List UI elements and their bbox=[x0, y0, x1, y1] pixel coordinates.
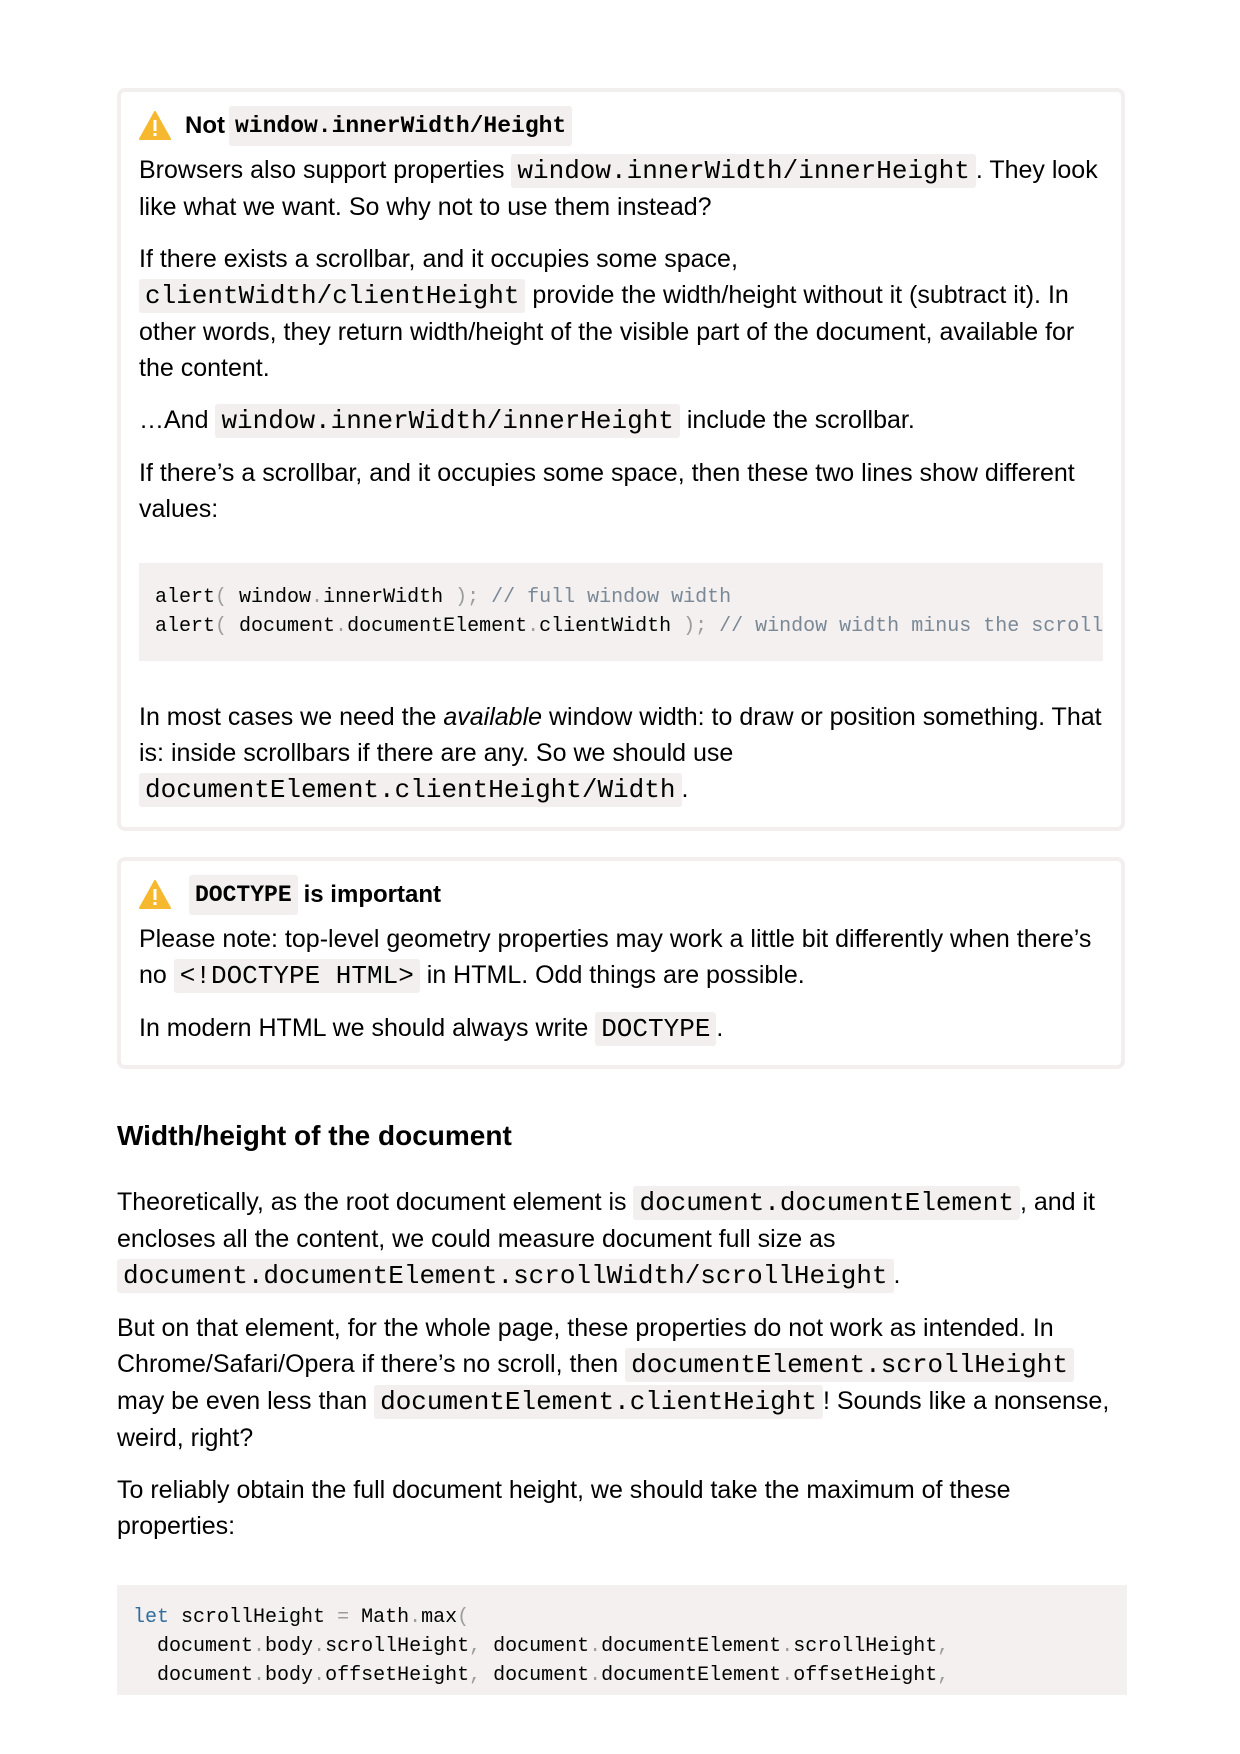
code-comment: // full window width bbox=[491, 586, 732, 609]
text: . bbox=[893, 1261, 901, 1289]
code-token: scrollHeight bbox=[793, 1635, 938, 1658]
text: If there’s a scrollbar, and it occupies … bbox=[139, 459, 1075, 523]
paragraph: Theoretically, as the root document elem… bbox=[117, 1184, 1127, 1294]
code-token: innerWidth bbox=[323, 586, 444, 609]
code-token: document bbox=[157, 1664, 254, 1687]
code-token: alert bbox=[155, 586, 216, 609]
inline-code: window.innerWidth/innerHeight bbox=[215, 404, 680, 438]
page: Not window.innerWidth/Height Browsers al… bbox=[0, 0, 1240, 1754]
inline-code: documentElement.scrollHeight bbox=[625, 1348, 1074, 1382]
code-token: documentElement bbox=[347, 615, 528, 638]
text: In most cases we need the bbox=[139, 703, 444, 731]
paragraph: If there exists a scrollbar, and it occu… bbox=[139, 241, 1103, 386]
emphasis: available bbox=[443, 703, 543, 731]
code-token: document bbox=[239, 615, 336, 638]
inline-code: DOCTYPE bbox=[595, 1012, 717, 1046]
inline-code: documentElement.clientHeight/Width bbox=[139, 773, 682, 807]
note-title: Not window.innerWidth/Height bbox=[139, 106, 1103, 146]
text: may be even less than bbox=[117, 1387, 375, 1415]
paragraph: In most cases we need the available wind… bbox=[139, 699, 1103, 808]
code-token: offsetHeight bbox=[793, 1664, 938, 1687]
section-heading: Width/height of the document bbox=[117, 1120, 512, 1151]
text: …And bbox=[139, 406, 216, 434]
note-title: DOCTYPE is important bbox=[139, 875, 1103, 915]
code-keyword: let bbox=[133, 1606, 170, 1629]
paragraph: In modern HTML we should always write DO… bbox=[139, 1010, 1103, 1047]
paragraph: But on that element, for the whole page,… bbox=[117, 1310, 1127, 1456]
warning-icon bbox=[139, 880, 171, 910]
inline-code: clientWidth/clientHeight bbox=[139, 279, 526, 313]
warning-note-inner-width: Not window.innerWidth/Height Browsers al… bbox=[117, 88, 1125, 831]
code-token: document bbox=[493, 1635, 590, 1658]
code-token: Math bbox=[361, 1606, 410, 1629]
code-token: scrollHeight bbox=[181, 1606, 326, 1629]
note-title-code: window.innerWidth/Height bbox=[228, 106, 573, 146]
code-token: document bbox=[493, 1664, 590, 1687]
code-token: offsetHeight bbox=[325, 1664, 470, 1687]
inline-code: <!DOCTYPE HTML> bbox=[173, 959, 420, 993]
code-token: documentElement bbox=[601, 1635, 782, 1658]
paragraph: If there’s a scrollbar, and it occupies … bbox=[139, 455, 1103, 527]
paragraph: To reliably obtain the full document hei… bbox=[117, 1472, 1127, 1544]
code-token: max bbox=[421, 1606, 458, 1629]
code-token: alert bbox=[155, 615, 216, 638]
code-block: let scrollHeight = Math.max( document.bo… bbox=[117, 1585, 1127, 1695]
code-block: alert( window.innerWidth ); // full wind… bbox=[139, 563, 1103, 661]
text: If there exists a scrollbar, and it occu… bbox=[139, 245, 738, 273]
code-token: clientWidth bbox=[539, 615, 672, 638]
text: . bbox=[716, 1014, 724, 1042]
text: in HTML. Odd things are possible. bbox=[419, 961, 805, 989]
inline-code: document.documentElement bbox=[633, 1186, 1020, 1220]
code-token: body bbox=[265, 1664, 314, 1687]
code-token: documentElement bbox=[601, 1664, 782, 1687]
paragraph: Please note: top-level geometry properti… bbox=[139, 921, 1103, 994]
paragraph: Browsers also support properties window.… bbox=[139, 152, 1103, 225]
code-token: document bbox=[157, 1635, 254, 1658]
note-title-text: Not bbox=[185, 112, 225, 139]
note-title-text: is important bbox=[303, 881, 441, 908]
code-token: window bbox=[239, 586, 312, 609]
code-token: scrollHeight bbox=[325, 1635, 470, 1658]
note-title-code: DOCTYPE bbox=[189, 875, 298, 915]
text: Theoretically, as the root document elem… bbox=[117, 1188, 634, 1216]
inline-code: window.innerWidth/innerHeight bbox=[511, 154, 976, 188]
text: Browsers also support properties bbox=[139, 156, 512, 184]
paragraph: …And window.innerWidth/innerHeight inclu… bbox=[139, 402, 1103, 439]
code-token: body bbox=[265, 1635, 314, 1658]
section-body: Theoretically, as the root document elem… bbox=[117, 1184, 1127, 1560]
text: To reliably obtain the full document hei… bbox=[117, 1476, 1011, 1540]
text: include the scrollbar. bbox=[679, 406, 915, 434]
text: . bbox=[681, 775, 689, 803]
code-comment: // window width minus the scrollba bbox=[719, 615, 1103, 638]
inline-code: documentElement.clientHeight bbox=[374, 1385, 823, 1419]
warning-note-doctype: DOCTYPE is important Please note: top-le… bbox=[117, 857, 1125, 1069]
inline-code: document.documentElement.scrollWidth/scr… bbox=[117, 1259, 894, 1293]
warning-icon bbox=[139, 111, 171, 141]
text: In modern HTML we should always write bbox=[139, 1014, 596, 1042]
